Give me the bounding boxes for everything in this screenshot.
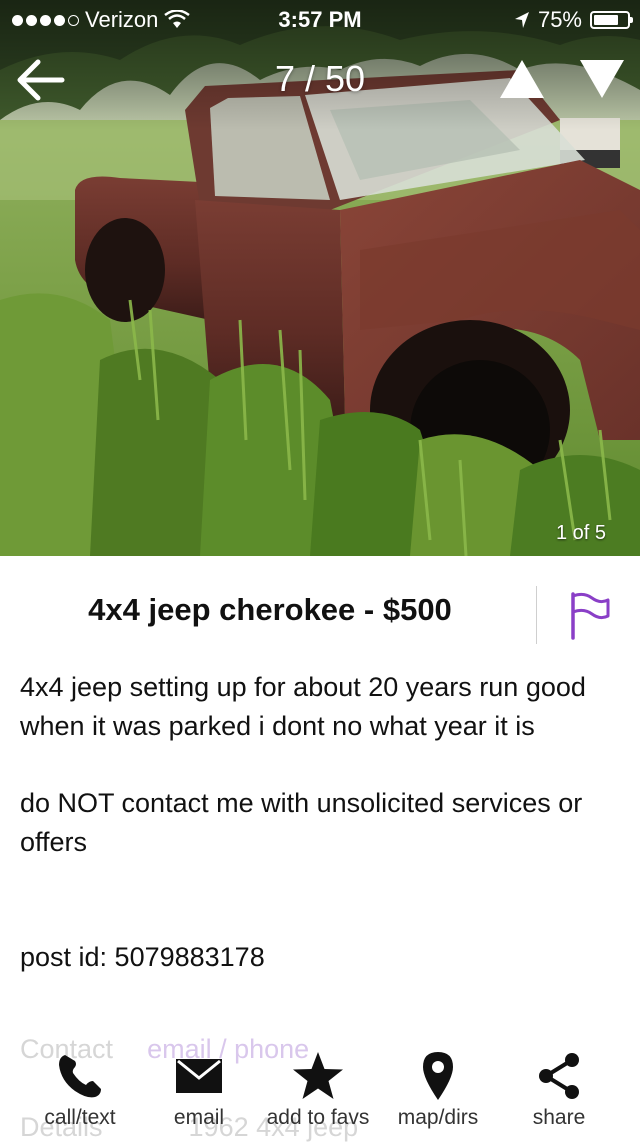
next-listing-button[interactable] — [578, 58, 626, 100]
add-to-favs-button[interactable]: add to favs — [263, 1048, 373, 1136]
tab-label: add to favs — [266, 1106, 370, 1129]
title-row: 4x4 jeep cherokee - $500 — [0, 584, 640, 646]
description-paragraph: do NOT contact me with unsolicited servi… — [20, 788, 583, 857]
star-icon — [293, 1052, 343, 1099]
up-triangle-icon — [500, 60, 544, 98]
flag-icon — [571, 592, 610, 640]
battery-icon — [590, 11, 633, 29]
flag-listing-button[interactable] — [568, 590, 612, 640]
post-id: post id: 5079883178 — [20, 942, 265, 972]
title-divider — [536, 586, 537, 644]
listing-description: 4x4 jeep setting up for about 20 years r… — [20, 668, 624, 862]
listing-title: 4x4 jeep cherokee - $500 — [88, 592, 452, 627]
map-dirs-button[interactable]: map/dirs — [383, 1048, 493, 1136]
map-pin-icon — [423, 1052, 453, 1100]
tab-label: email — [173, 1106, 225, 1129]
share-icon — [539, 1053, 579, 1099]
tab-label: call/text — [44, 1106, 116, 1129]
tab-label: share — [532, 1106, 586, 1129]
down-triangle-icon — [580, 60, 624, 98]
description-paragraph: 4x4 jeep setting up for about 20 years r… — [20, 672, 586, 741]
listing-photo[interactable]: Verizon 3:57 PM 75% 7 / 50 1 of 5 — [0, 0, 640, 556]
phone-icon — [59, 1055, 101, 1098]
status-right: 75% — [514, 7, 633, 33]
battery-fill — [594, 15, 618, 25]
previous-listing-button[interactable] — [498, 58, 546, 100]
email-button[interactable]: email — [144, 1048, 254, 1136]
share-button[interactable]: share — [504, 1048, 614, 1136]
status-bar: Verizon 3:57 PM 75% — [0, 0, 640, 40]
location-arrow-icon — [514, 12, 529, 28]
photo-counter: 1 of 5 — [555, 522, 606, 544]
tab-label: map/dirs — [397, 1106, 479, 1129]
envelope-icon — [176, 1059, 222, 1093]
battery-percent: 75% — [537, 7, 582, 32]
call-text-button[interactable]: call/text — [25, 1048, 135, 1136]
bottom-toolbar: call/text email add to favs map/dirs sha… — [0, 1040, 640, 1136]
